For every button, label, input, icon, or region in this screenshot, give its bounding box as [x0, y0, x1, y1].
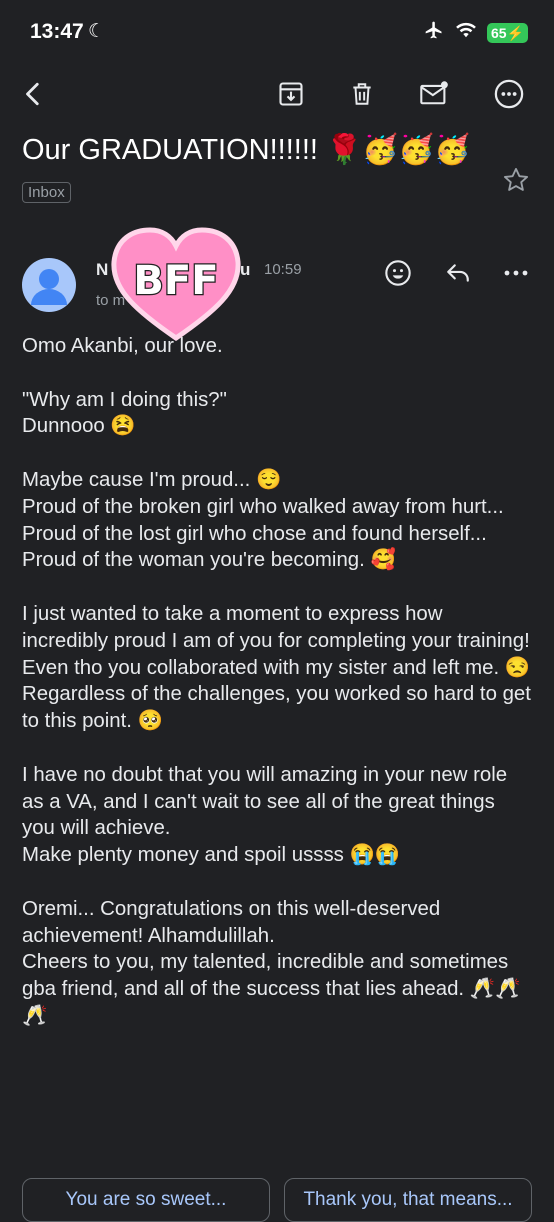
- status-icons: 65⚡: [423, 20, 528, 45]
- status-time: 13:47: [30, 20, 84, 43]
- trash-icon[interactable]: [344, 76, 380, 112]
- battery-level: 65: [490, 24, 507, 41]
- sticker-text: BFF: [133, 258, 218, 304]
- battery-indicator: 65⚡: [486, 22, 528, 43]
- more-circle-icon[interactable]: [491, 76, 527, 112]
- email-subject: Our GRADUATION!!!!!! 🌹🥳🥳🥳: [22, 134, 471, 166]
- reply-icon[interactable]: [441, 256, 475, 290]
- sender-avatar[interactable]: [22, 258, 76, 312]
- sent-time: 10:59: [264, 261, 302, 278]
- smart-reply-1[interactable]: You are so sweet...: [22, 1178, 270, 1222]
- email-toolbar: [0, 70, 554, 120]
- more-horizontal-icon[interactable]: [499, 256, 533, 290]
- back-arrow-icon[interactable]: [16, 76, 52, 112]
- email-body: Omo Akanbi, our love. "Why am I doing th…: [22, 335, 531, 1027]
- smart-reply-2[interactable]: Thank you, that means...: [284, 1178, 532, 1222]
- do-not-disturb-icon: ☾: [88, 21, 106, 42]
- mark-unread-icon[interactable]: [416, 76, 452, 112]
- sender-name[interactable]: N: [96, 260, 108, 280]
- status-bar: 13:47 ☾ 65⚡: [0, 0, 554, 64]
- emoji-react-icon[interactable]: [381, 256, 415, 290]
- wifi-icon: [455, 21, 477, 44]
- inbox-label-chip[interactable]: Inbox: [22, 182, 71, 203]
- star-icon[interactable]: [502, 166, 530, 194]
- archive-icon[interactable]: [273, 76, 309, 112]
- airplane-mode-icon: [423, 20, 445, 45]
- bff-heart-sticker: BFF: [108, 226, 244, 344]
